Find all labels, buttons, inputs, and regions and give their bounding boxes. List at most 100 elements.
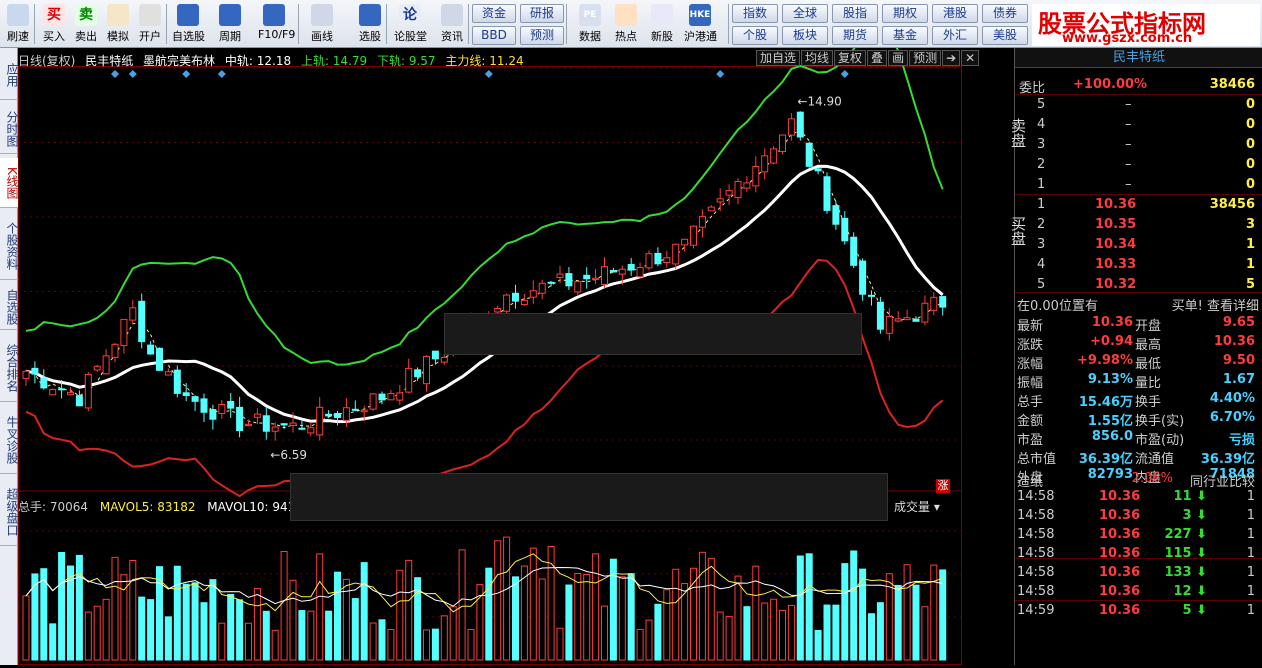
stat-value: 9.50 [1222,353,1255,368]
toolbar-separator [166,4,167,44]
stat-value: 1.55亿 [1087,414,1133,429]
toolbar-button-label: 模拟 [107,30,129,43]
chart-tool-叠[interactable]: 叠 [867,50,888,66]
volume-bar [280,550,288,661]
volume-bar [725,615,733,661]
buy-volume: 1 [1245,257,1255,272]
volume-header: 总手: 70064 MAVOL5: 83182 MAVOL10: 9414 [18,498,311,515]
grid-button-预测[interactable]: 预测 [520,26,564,45]
close-icon[interactable]: ✕ [961,50,980,66]
grid-button-资金[interactable]: 资金 [472,4,516,23]
candle-body [369,393,377,410]
chart-tool-加自选[interactable]: 加自选 [756,50,801,66]
toolbar-button-5[interactable]: 自选股 [172,2,205,46]
tick-row: 14:59 10.36 5 ⬇ 1 [1015,602,1262,621]
grid-button-研报[interactable]: 研报 [520,4,564,23]
candle-body [378,393,386,401]
market-button-期权[interactable]: 期权 [882,4,928,23]
left-tab-6[interactable]: 牛叉诊股 [0,406,19,474]
market-button-股指[interactable]: 股指 [832,4,878,23]
market-button-基金[interactable]: 基金 [882,26,928,45]
tick-time: 14:58 [1017,508,1055,523]
toolbar-button-14[interactable]: 新股 [646,2,678,46]
position-row: 在0.00位置有 买单! 查看详细 [1015,294,1262,314]
buy-level-row: 4 10.33 1 [1015,256,1262,275]
candle-body [707,206,715,212]
left-tab-3[interactable]: 个股资料 [0,212,19,280]
grid-button-BBD[interactable]: BBD [472,26,516,45]
left-tab-4[interactable]: 自选股 [0,284,19,330]
toolbar-button-4[interactable]: 开户 [134,2,166,46]
toolbar-button-3[interactable]: 模拟 [102,2,134,46]
left-tab-2[interactable]: K线图 [0,158,19,208]
level-no: 2 [1037,157,1046,172]
left-tab-0[interactable]: 应用 [0,50,19,100]
market-button-板块[interactable]: 板块 [782,26,828,45]
market-button-全球[interactable]: 全球 [782,4,828,23]
tick-count: 1 [1246,489,1255,504]
indicator-name[interactable]: 墨航完美布林 [143,54,215,68]
tick-row: 14:58 10.36 3 ⬇ 1 [1015,507,1262,526]
candle-body [156,347,163,371]
left-tab-7[interactable]: 超级盘口 [0,478,19,546]
panel-stock-name: 民丰特纸 [1015,48,1262,68]
volume-bar [360,562,368,661]
volume-indicator-select[interactable]: 成交量 ▾ [894,498,958,514]
chart-tool-复权[interactable]: 复权 [834,50,867,66]
market-button-美股[interactable]: 美股 [982,26,1028,45]
volume-bar [111,556,119,661]
volume-bar [369,622,377,661]
candle-body [182,392,190,396]
toolbar-button-10[interactable]: 论论股堂 [394,2,427,46]
toolbar-button-label: 数据 [579,30,601,43]
toolbar-button-6[interactable]: 周期 [214,2,246,46]
sell-level-row: 2 – 0 [1015,156,1262,175]
market-button-期货[interactable]: 期货 [832,26,878,45]
tick-time: 14:58 [1017,546,1055,561]
market-button-债券[interactable]: 债券 [982,4,1028,23]
mavol10-line [25,566,943,607]
toolbar-button-0[interactable]: 刷速 [2,2,34,46]
stat-label: 振幅 [1017,376,1044,391]
candle-body [690,225,697,246]
market-button-指数[interactable]: 指数 [732,4,778,23]
stat-value: 6.70% [1209,410,1255,425]
volume-bar [903,564,911,661]
toolbar-button-13[interactable]: 热点 [610,2,642,46]
arrow-right-icon[interactable]: ➔ [942,50,961,66]
candle-body [342,407,350,421]
kline-chart[interactable]: 15.6813.9412.2010.468.726.99←14.90←6.593… [18,26,1004,665]
volume-bar [334,571,341,661]
toolbar-button-2[interactable]: 卖卖出 [70,2,102,46]
toolbar-button-1[interactable]: 买买入 [38,2,70,46]
signal-marker [128,70,137,78]
toolbar-button-7[interactable]: F10/F9 [258,2,295,46]
stat-value: 9.65 [1222,315,1255,330]
volume-bar [200,602,208,661]
stat-row: 金额 1.55亿 换手(实) 6.70% [1015,409,1262,429]
volume-bar [58,552,66,661]
toolbar-button-15[interactable]: HKE 沪港通 [684,2,717,46]
candle-body [298,427,306,430]
market-button-外汇[interactable]: 外汇 [932,26,978,45]
stock-name: 民丰特纸 [85,54,134,68]
toolbar-button-11[interactable]: 资讯 [436,2,468,46]
market-button-港股[interactable]: 港股 [932,4,978,23]
market-button-个股[interactable]: 个股 [732,26,778,45]
tick-time: 14:58 [1017,527,1055,542]
candle-body [823,176,831,211]
tick-count: 1 [1246,584,1255,599]
chart-tool-均线[interactable]: 均线 [801,50,834,66]
low-price-label: ←6.59 [270,448,307,462]
toolbar-button-12[interactable]: PE 数据 [574,2,606,46]
left-tab-1[interactable]: 分时图 [0,104,19,154]
toolbar-button-9[interactable]: 选股 [354,2,386,46]
volume-bar [868,613,875,661]
chart-tool-画[interactable]: 画 [888,50,909,66]
chart-tool-预测[interactable]: 预测 [909,50,942,66]
candle-body [503,294,511,312]
signal-marker [182,70,191,78]
candle-body [147,344,155,355]
toolbar-button-8[interactable]: 画线 [306,2,338,46]
left-tab-5[interactable]: 综合排名 [0,334,19,402]
